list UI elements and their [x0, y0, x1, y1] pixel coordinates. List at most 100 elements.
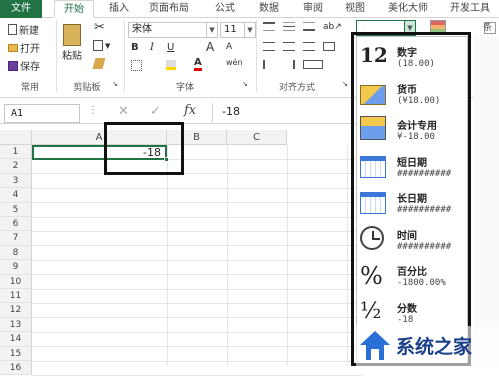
row-header[interactable]: 6 [0, 217, 32, 232]
italic-button[interactable]: I [150, 42, 154, 53]
divider [212, 103, 213, 122]
tab-formulas[interactable]: 公式 [208, 0, 242, 18]
launcher-icon: ↘ [242, 80, 248, 88]
align-center-button[interactable] [283, 42, 295, 51]
tab-data[interactable]: 数据 [252, 0, 286, 18]
copy-button[interactable]: ▼ [93, 40, 110, 51]
merge-center-button[interactable] [303, 60, 323, 69]
name-box[interactable]: A1 [4, 104, 80, 123]
row-header[interactable]: 12 [0, 303, 32, 318]
row-header[interactable]: 9 [0, 260, 32, 275]
clipboard-launcher[interactable]: ↘ [112, 80, 118, 88]
row-header[interactable]: 3 [0, 173, 32, 189]
indent-increase-icon [283, 60, 295, 69]
alignment-launcher[interactable]: ↘ [342, 80, 348, 88]
fill-bucket-icon [166, 60, 176, 70]
cut-button[interactable]: ✂ [94, 20, 105, 35]
format-painter-button[interactable] [92, 58, 106, 69]
launcher-icon: ↘ [342, 80, 348, 88]
font-size-select[interactable]: 11 ▼ [220, 22, 256, 38]
row-header[interactable]: 11 [0, 289, 32, 304]
tab-beautify[interactable]: 美化大师 [382, 0, 434, 18]
align-left-icon [263, 42, 275, 51]
gridline [32, 231, 362, 232]
row-header[interactable]: 7 [0, 231, 32, 246]
grow-font-button[interactable]: A [206, 40, 214, 54]
select-all-corner[interactable] [0, 130, 32, 145]
row-header[interactable]: 15 [0, 346, 32, 361]
align-bottom-icon [303, 22, 315, 31]
ribbon-tab-bar: 文件 开始 插入 页面布局 公式 数据 审阅 视图 美化大师 开发工具 [0, 0, 499, 18]
folder-icon [8, 43, 18, 52]
shrink-font-button[interactable]: A [226, 42, 232, 52]
gridline [32, 274, 362, 276]
row-header[interactable]: 2 [0, 159, 32, 174]
align-right-button[interactable] [303, 42, 315, 51]
align-left-button[interactable] [263, 42, 275, 51]
paste-button[interactable]: 粘贴 [62, 24, 82, 62]
new-button[interactable]: 新建 [8, 22, 39, 37]
underline-button[interactable]: U [167, 42, 174, 53]
more-icon: ⋮ [88, 105, 98, 116]
tab-home[interactable]: 开始 [54, 0, 94, 18]
watermark-text: 系统之家 [396, 336, 473, 358]
cancel-icon[interactable]: ✕ [118, 104, 129, 119]
row-header[interactable]: 8 [0, 245, 32, 261]
watermark: 系统之家 [356, 326, 499, 366]
save-button[interactable]: 保存 [8, 58, 40, 73]
align-bottom-button[interactable] [303, 22, 315, 31]
fill-color-button[interactable] [166, 60, 176, 70]
tab-view[interactable]: 视图 [338, 0, 372, 18]
decrease-indent-button[interactable] [263, 60, 275, 69]
row-header[interactable]: 10 [0, 274, 32, 289]
align-right-icon [303, 42, 315, 51]
row-header[interactable]: 1 [0, 145, 32, 160]
formula-input[interactable]: -18 [222, 105, 240, 118]
borders-button[interactable] [131, 60, 142, 71]
group-label-alignment: 对齐方式 [278, 83, 315, 93]
tab-page-layout[interactable]: 页面布局 [140, 0, 198, 18]
open-button[interactable]: 打开 [8, 40, 40, 55]
save-icon [8, 60, 18, 71]
tab-developer[interactable]: 开发工具 [444, 0, 496, 18]
open-label: 打开 [20, 44, 40, 55]
increase-indent-button[interactable] [283, 60, 295, 69]
font-launcher[interactable]: ↘ [242, 80, 248, 88]
row-header[interactable]: 16 [0, 361, 32, 376]
row-header[interactable]: 4 [0, 188, 32, 203]
paste-label: 粘贴 [62, 51, 82, 62]
align-center-icon [283, 42, 295, 51]
highlight-box-menu [351, 32, 471, 366]
chevron-down-icon[interactable]: ▼ [206, 23, 217, 37]
tab-file[interactable]: 文件 [0, 0, 42, 18]
orientation-button[interactable]: ab↗ [323, 22, 342, 32]
gridline [32, 187, 362, 189]
border-icon [131, 60, 142, 71]
tab-insert[interactable]: 插入 [102, 0, 136, 18]
align-top-button[interactable] [263, 22, 275, 31]
group-label-font: 字体 [175, 83, 194, 93]
row-header[interactable]: 14 [0, 332, 32, 347]
tab-review[interactable]: 审阅 [296, 0, 330, 18]
wrap-text-button[interactable] [323, 42, 335, 51]
align-middle-button[interactable] [283, 22, 295, 31]
column-header-c[interactable]: C [227, 130, 287, 145]
insert-function-icon[interactable]: fx [184, 103, 196, 118]
font-color-button[interactable]: A [194, 58, 202, 71]
font-size-value: 11 [224, 24, 237, 35]
chevron-down-icon[interactable]: ▼ [244, 23, 255, 37]
row-header[interactable]: 13 [0, 317, 32, 333]
row-header[interactable]: 5 [0, 202, 32, 217]
enter-icon[interactable]: ✓ [150, 104, 161, 119]
paintbrush-icon [92, 58, 106, 69]
gridline [32, 317, 362, 319]
phonetic-button[interactable]: wén [226, 58, 243, 67]
side-panel [474, 36, 499, 366]
logo-icon [360, 331, 390, 360]
font-family-select[interactable]: 宋体 ▼ [128, 22, 218, 38]
align-top-icon [263, 22, 275, 31]
divider [124, 20, 125, 92]
gridline [227, 145, 228, 366]
bold-button[interactable]: B [131, 42, 139, 53]
scissors-icon: ✂ [94, 20, 105, 35]
